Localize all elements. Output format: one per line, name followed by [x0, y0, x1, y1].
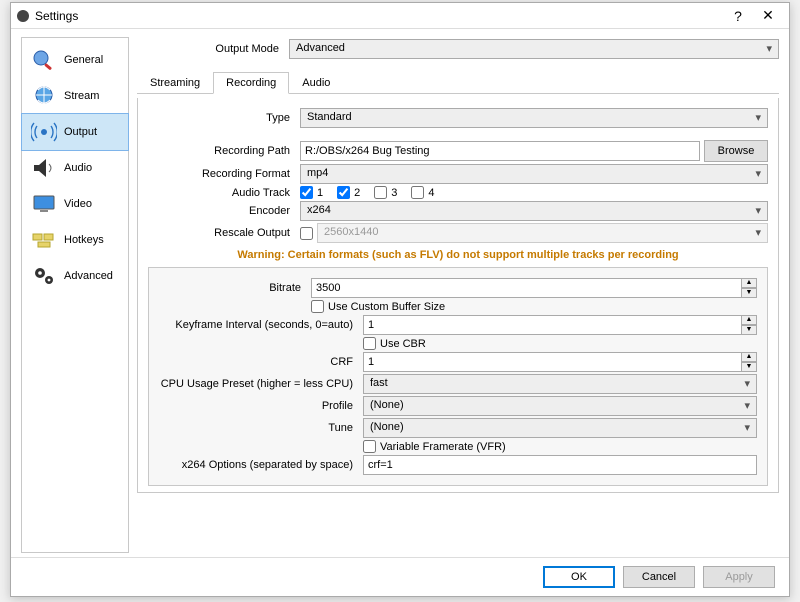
audio-track-4-checkbox[interactable] — [411, 186, 424, 199]
sidebar-item-advanced[interactable]: Advanced — [22, 258, 128, 294]
help-button[interactable]: ? — [723, 8, 753, 24]
tab-recording[interactable]: Recording — [213, 72, 289, 94]
recording-path-input[interactable] — [300, 141, 700, 161]
sidebar-item-label: Video — [64, 198, 92, 210]
rescale-output-label: Rescale Output — [148, 227, 296, 239]
type-label: Type — [148, 112, 296, 124]
app-icon — [17, 10, 29, 22]
keyframe-label: Keyframe Interval (seconds, 0=auto) — [159, 319, 359, 331]
use-cbr-label: Use CBR — [380, 338, 426, 350]
recording-format-label: Recording Format — [148, 168, 296, 180]
crf-spin-down[interactable]: ▼ — [741, 362, 757, 372]
cpu-preset-label: CPU Usage Preset (higher = less CPU) — [159, 378, 359, 390]
tab-streaming[interactable]: Streaming — [137, 72, 213, 94]
cpu-preset-select[interactable]: fast — [363, 374, 757, 394]
rescale-output-select[interactable]: 2560x1440 — [317, 223, 768, 243]
sidebar-item-label: Advanced — [64, 270, 113, 282]
sidebar-item-hotkeys[interactable]: Hotkeys — [22, 222, 128, 258]
audio-track-2-label: 2 — [354, 187, 360, 199]
audio-track-2-checkbox[interactable] — [337, 186, 350, 199]
cancel-button[interactable]: Cancel — [623, 566, 695, 588]
tune-label: Tune — [159, 422, 359, 434]
apply-button[interactable]: Apply — [703, 566, 775, 588]
gears-icon — [30, 264, 58, 288]
type-select[interactable]: Standard — [300, 108, 768, 128]
bitrate-spin-down[interactable]: ▼ — [741, 288, 757, 298]
tabs: Streaming Recording Audio — [137, 71, 779, 94]
gear-magnifier-icon — [30, 48, 58, 72]
keyframe-input[interactable] — [363, 315, 741, 335]
sidebar-item-label: Stream — [64, 90, 99, 102]
x264-opts-label: x264 Options (separated by space) — [159, 459, 359, 471]
monitor-icon — [30, 192, 58, 216]
recording-path-label: Recording Path — [148, 145, 296, 157]
keyframe-spin-up[interactable]: ▲ — [741, 315, 757, 325]
sidebar-item-label: General — [64, 54, 103, 66]
audio-track-3-label: 3 — [391, 187, 397, 199]
sidebar-item-video[interactable]: Video — [22, 186, 128, 222]
recording-panel: Type Standard Recording Path Browse Reco… — [137, 98, 779, 493]
keyboard-icon — [30, 228, 58, 252]
encoder-select[interactable]: x264 — [300, 201, 768, 221]
tab-audio[interactable]: Audio — [289, 72, 343, 94]
crf-spin-up[interactable]: ▲ — [741, 352, 757, 362]
bitrate-spin-up[interactable]: ▲ — [741, 278, 757, 288]
keyframe-spin-down[interactable]: ▼ — [741, 325, 757, 335]
crf-input[interactable] — [363, 352, 741, 372]
audio-track-1-label: 1 — [317, 187, 323, 199]
main-panel: Output Mode Advanced Streaming Recording… — [137, 37, 779, 553]
vfr-label: Variable Framerate (VFR) — [380, 441, 506, 453]
vfr-checkbox[interactable] — [363, 440, 376, 453]
crf-label: CRF — [159, 356, 359, 368]
audio-track-4-label: 4 — [428, 187, 434, 199]
titlebar: Settings ? ✕ — [11, 3, 789, 29]
sidebar-item-label: Audio — [64, 162, 92, 174]
use-cbr-checkbox[interactable] — [363, 337, 376, 350]
audio-track-label: Audio Track — [148, 187, 296, 199]
encoder-label: Encoder — [148, 205, 296, 217]
footer: OK Cancel Apply — [11, 557, 789, 596]
format-warning: Warning: Certain formats (such as FLV) d… — [148, 249, 768, 261]
use-custom-buffer-checkbox[interactable] — [311, 300, 324, 313]
recording-format-select[interactable]: mp4 — [300, 164, 768, 184]
sidebar-item-general[interactable]: General — [22, 42, 128, 78]
encoder-group: Bitrate ▲▼ Use Custom Buffer Size Keyfra… — [148, 267, 768, 486]
ok-button[interactable]: OK — [543, 566, 615, 588]
rescale-output-checkbox[interactable] — [300, 227, 313, 240]
settings-window: Settings ? ✕ General Stream Output Audio — [10, 2, 790, 597]
profile-label: Profile — [159, 400, 359, 412]
broadcast-icon — [30, 120, 58, 144]
bitrate-label: Bitrate — [159, 282, 307, 294]
tune-select[interactable]: (None) — [363, 418, 757, 438]
profile-select[interactable]: (None) — [363, 396, 757, 416]
output-mode-label: Output Mode — [137, 43, 285, 55]
sidebar-item-label: Hotkeys — [64, 234, 104, 246]
sidebar-item-stream[interactable]: Stream — [22, 78, 128, 114]
close-button[interactable]: ✕ — [753, 7, 783, 24]
browse-button[interactable]: Browse — [704, 140, 768, 162]
window-title: Settings — [35, 9, 723, 23]
audio-track-1-checkbox[interactable] — [300, 186, 313, 199]
audio-track-3-checkbox[interactable] — [374, 186, 387, 199]
sidebar-item-output[interactable]: Output — [21, 113, 129, 151]
sidebar-item-audio[interactable]: Audio — [22, 150, 128, 186]
sidebar: General Stream Output Audio Video Hotkey… — [21, 37, 129, 553]
bitrate-input[interactable] — [311, 278, 741, 298]
output-mode-select[interactable]: Advanced — [289, 39, 779, 59]
globe-icon — [30, 84, 58, 108]
x264-opts-input[interactable] — [363, 455, 757, 475]
use-custom-buffer-label: Use Custom Buffer Size — [328, 301, 445, 313]
sidebar-item-label: Output — [64, 126, 97, 138]
speaker-icon — [30, 156, 58, 180]
